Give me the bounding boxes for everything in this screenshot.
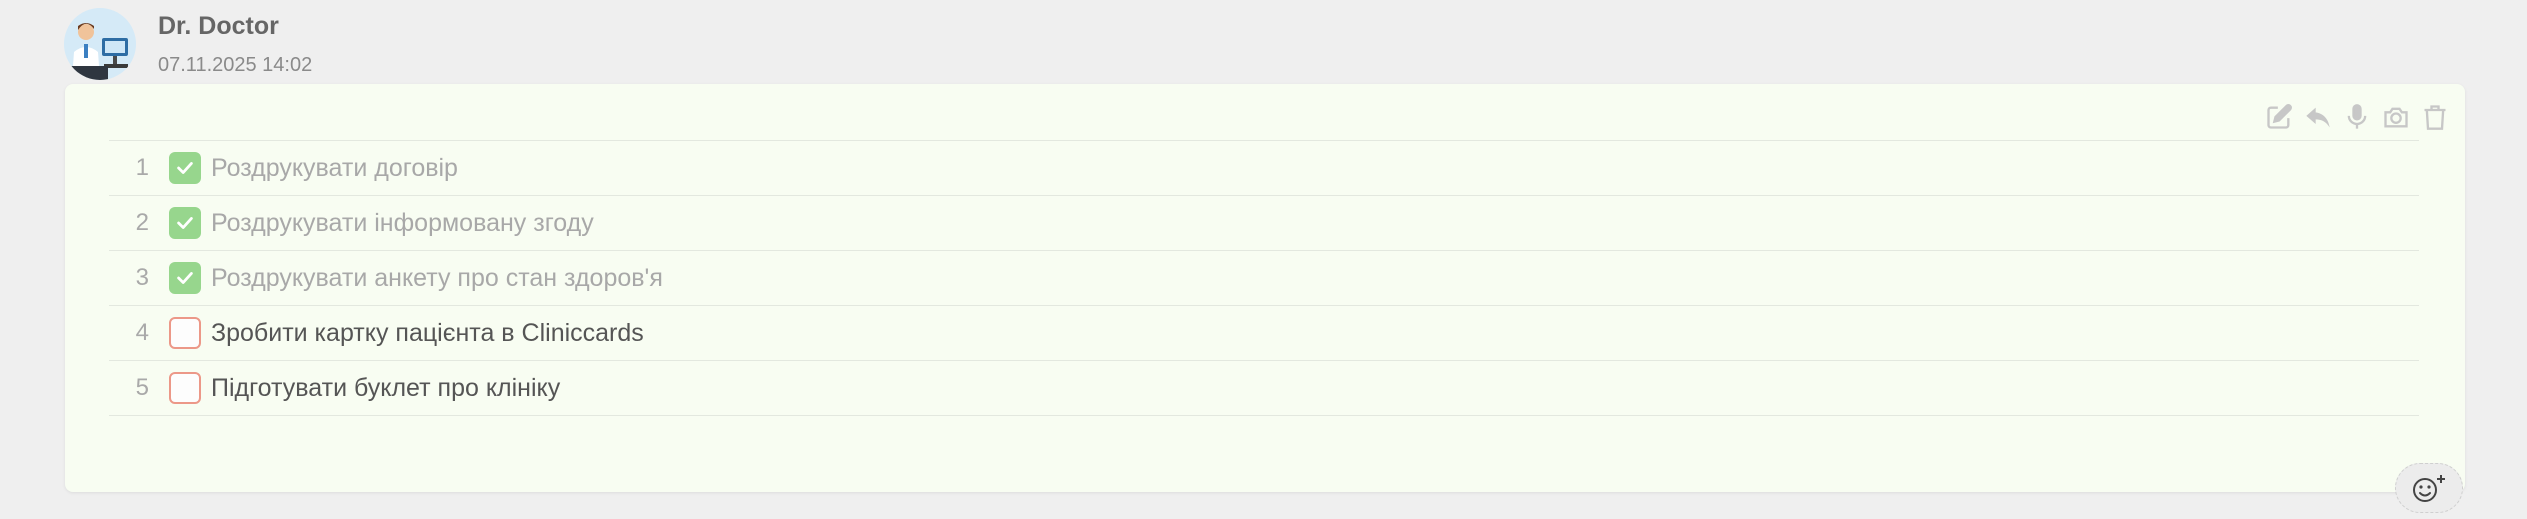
item-number: 2 (135, 209, 149, 236)
doctor-avatar-icon (64, 8, 136, 80)
microphone-icon[interactable] (2340, 100, 2373, 133)
item-number: 4 (135, 319, 149, 346)
author-name: Dr. Doctor (158, 12, 279, 40)
edit-icon[interactable] (2262, 100, 2295, 133)
add-emoji-icon (2413, 475, 2445, 502)
checklist-item: 3 Роздрукувати анкету про стан здоров'я (109, 251, 2419, 306)
avatar[interactable] (64, 8, 136, 80)
checklist: 1 Роздрукувати договір 2 Роздрукувати ін… (109, 140, 2419, 416)
add-reaction-button[interactable] (2395, 463, 2463, 513)
checklist-item: 5 Підготувати буклет про клініку (109, 361, 2419, 416)
check-icon (177, 162, 193, 174)
item-label: Підготувати буклет про клініку (211, 373, 561, 402)
item-label: Роздрукувати інформовану згоду (211, 208, 594, 237)
camera-icon[interactable] (2379, 100, 2412, 133)
item-number: 5 (135, 374, 149, 401)
checkbox-unchecked[interactable] (169, 317, 201, 349)
check-icon (177, 272, 193, 284)
item-label: Зробити картку пацієнта в Cliniccards (211, 318, 644, 347)
item-label: Роздрукувати анкету про стан здоров'я (211, 263, 663, 292)
checkbox-checked[interactable] (169, 207, 201, 239)
checklist-item: 2 Роздрукувати інформовану згоду (109, 196, 2419, 251)
item-label: Роздрукувати договір (211, 153, 458, 182)
item-number: 3 (135, 264, 149, 291)
checkbox-checked[interactable] (169, 262, 201, 294)
message-toolbar (2262, 100, 2451, 133)
trash-icon[interactable] (2418, 100, 2451, 133)
checkbox-unchecked[interactable] (169, 372, 201, 404)
message-timestamp: 07.11.2025 14:02 (158, 54, 313, 76)
reply-icon[interactable] (2301, 100, 2334, 133)
item-number: 1 (135, 154, 149, 181)
checkbox-checked[interactable] (169, 152, 201, 184)
checklist-item: 1 Роздрукувати договір (109, 141, 2419, 196)
chat-page: Dr. Doctor 07.11.2025 14:02 1 Роздрукува… (0, 0, 2527, 519)
message-card: 1 Роздрукувати договір 2 Роздрукувати ін… (65, 84, 2465, 492)
check-icon (177, 217, 193, 229)
checklist-item: 4 Зробити картку пацієнта в Cliniccards (109, 306, 2419, 361)
